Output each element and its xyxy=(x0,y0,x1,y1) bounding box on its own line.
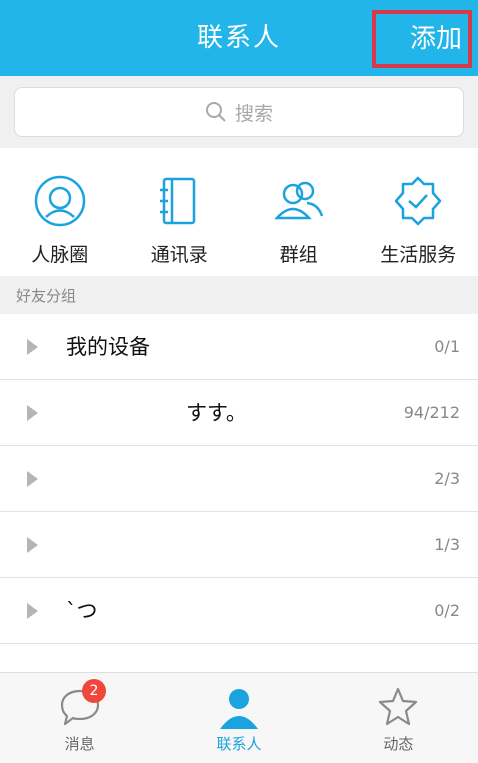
contact-person-icon xyxy=(219,689,258,729)
quick-item-shenghuofuwu[interactable]: 生活服务 xyxy=(359,148,478,276)
group-count: 0/1 xyxy=(434,337,460,356)
group-name: 我的设备 xyxy=(66,335,150,359)
badge-check-icon xyxy=(395,176,442,226)
group-count: 0/2 xyxy=(434,601,460,620)
group-name: ˋつ xyxy=(66,599,98,623)
expand-arrow-icon xyxy=(27,603,38,619)
bottom-tab-bar: 2 消息 联系人 动态 xyxy=(0,672,478,763)
unread-badge: 2 xyxy=(82,679,106,703)
search-placeholder: 搜索 xyxy=(234,102,273,125)
quick-actions: 人脉圈 通讯录 群组 生活服务 xyxy=(0,148,478,276)
group-icon xyxy=(273,181,323,220)
group-count: 94/212 xyxy=(403,403,460,422)
expand-arrow-icon xyxy=(27,537,38,553)
friend-group-list: 我的设备 0/1 すす。 94/212 2/3 1/3 ˋつ 0/2 xyxy=(0,314,478,674)
star-icon xyxy=(379,687,418,726)
quick-item-tongxunlu[interactable]: 通讯录 xyxy=(120,148,240,276)
quick-label: 群组 xyxy=(279,244,318,266)
section-header-friend-groups: 好友分组 xyxy=(0,276,478,314)
quick-label: 生活服务 xyxy=(380,244,457,266)
search-area: 搜索 xyxy=(0,76,478,148)
group-row[interactable]: 2/3 xyxy=(0,446,478,512)
person-circle-icon xyxy=(34,175,85,227)
add-contact-button[interactable]: 添加 xyxy=(372,10,472,68)
expand-arrow-icon xyxy=(27,405,38,421)
group-row[interactable]: 1/3 xyxy=(0,512,478,578)
group-row[interactable]: すす。 94/212 xyxy=(0,380,478,446)
tab-contacts[interactable]: 联系人 xyxy=(159,673,318,763)
quick-item-renmaiquan[interactable]: 人脉圈 xyxy=(0,148,120,276)
group-count: 1/3 xyxy=(434,535,460,554)
quick-item-qunzu[interactable]: 群组 xyxy=(239,148,359,276)
quick-label: 通讯录 xyxy=(150,244,208,266)
tab-moments[interactable]: 动态 xyxy=(319,673,478,763)
tab-label: 消息 xyxy=(64,735,95,753)
top-bar: 联系人 添加 xyxy=(0,0,478,76)
group-row[interactable]: ˋつ 0/2 xyxy=(0,578,478,644)
search-icon xyxy=(205,102,226,122)
tab-label: 动态 xyxy=(383,735,414,753)
group-row-partial[interactable] xyxy=(0,644,478,674)
group-row[interactable]: 我的设备 0/1 xyxy=(0,314,478,380)
expand-arrow-icon xyxy=(27,471,38,487)
tab-messages[interactable]: 2 消息 xyxy=(0,673,159,763)
group-name: すす。 xyxy=(186,401,247,425)
quick-label: 人脉圈 xyxy=(31,244,89,266)
tab-label: 联系人 xyxy=(216,735,262,753)
group-count: 2/3 xyxy=(434,469,460,488)
search-input[interactable]: 搜索 xyxy=(14,87,464,137)
address-book-icon xyxy=(160,177,196,225)
expand-arrow-icon xyxy=(27,339,38,355)
